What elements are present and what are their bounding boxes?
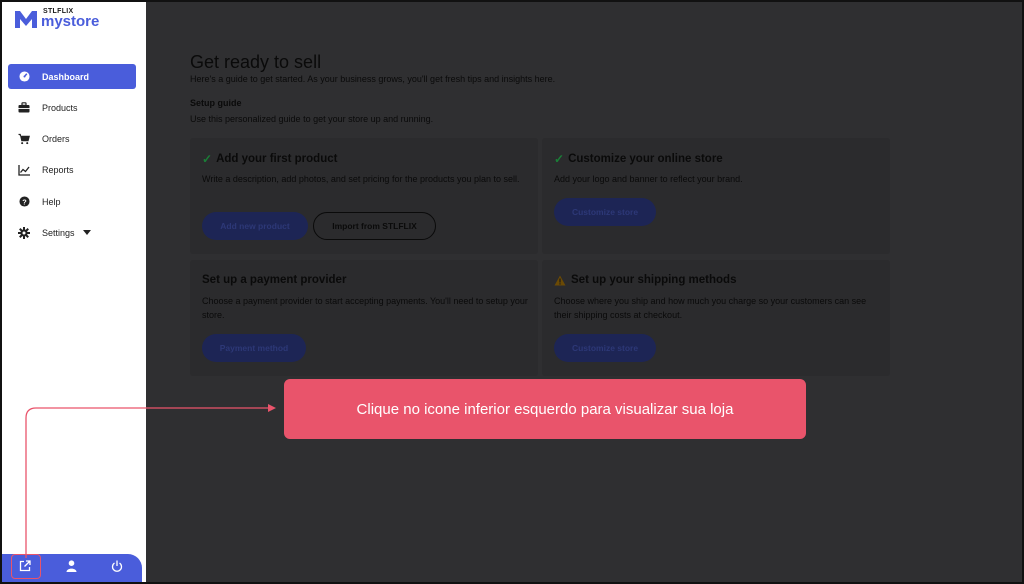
chart-line-icon xyxy=(18,164,30,176)
setup-guide-title: Setup guide xyxy=(190,98,242,108)
chevron-down-icon xyxy=(82,230,91,236)
sidebar-item-reports[interactable]: Reports xyxy=(8,158,136,183)
card-payment-provider: Set up a payment provider Choose a payme… xyxy=(190,260,538,376)
add-new-product-button[interactable]: Add new product xyxy=(202,212,308,240)
sidebar-item-products[interactable]: Products xyxy=(8,95,136,120)
power-icon xyxy=(111,559,123,577)
card-title-text: Set up your shipping methods xyxy=(571,274,737,286)
sidebar-item-label: Settings xyxy=(42,227,75,238)
briefcase-icon xyxy=(18,102,30,114)
sidebar-item-label: Products xyxy=(42,102,78,113)
sidebar-item-label: Reports xyxy=(42,165,74,176)
callout-text: Clique no icone inferior esquerdo para v… xyxy=(356,400,734,418)
setup-guide-subtitle: Use this personalized guide to get your … xyxy=(190,114,434,124)
card-title-text: Customize your online store xyxy=(568,153,723,165)
card-description: Choose a payment provider to start accep… xyxy=(202,296,528,320)
card-description: Choose where you ship and how much you c… xyxy=(554,296,867,320)
card-customize-store: ✓ Customize your online store Add your l… xyxy=(542,138,890,254)
warning-icon xyxy=(554,275,566,285)
logo: STLFLIX mystore xyxy=(14,8,99,29)
sidebar-item-label: Dashboard xyxy=(42,71,90,82)
cart-icon xyxy=(18,133,30,145)
card-description: Add your logo and banner to reflect your… xyxy=(554,174,743,184)
logo-brand-big: mystore xyxy=(41,13,100,30)
app-window: STLFLIX mystore Dashboard Products Order… xyxy=(0,0,1024,584)
tutorial-callout: Clique no icone inferior esquerdo para v… xyxy=(284,379,806,439)
sidebar: STLFLIX mystore Dashboard Products Order… xyxy=(2,2,146,582)
card-title: Set up your shipping methods xyxy=(554,274,736,286)
sidebar-item-label: Help xyxy=(42,196,61,207)
card-description: Write a description, add photos, and set… xyxy=(202,174,520,184)
card-shipping-methods: Set up your shipping methods Choose wher… xyxy=(542,260,890,376)
customize-store-button[interactable]: Customize store xyxy=(554,198,656,226)
card-add-product: ✓ Add your first product Write a descrip… xyxy=(190,138,538,254)
customize-store-shipping-button[interactable]: Customize store xyxy=(554,334,656,362)
svg-text:?: ? xyxy=(22,197,27,206)
checkmark-icon: ✓ xyxy=(554,152,565,166)
card-title-text: Add your first product xyxy=(216,153,338,165)
page-subtitle: Here's a guide to get started. As your b… xyxy=(190,74,556,84)
payment-method-button[interactable]: Payment method xyxy=(202,334,306,362)
help-icon: ? xyxy=(18,196,30,208)
sidebar-item-label: Orders xyxy=(42,134,70,145)
card-title: ✓ Customize your online store xyxy=(554,152,723,166)
card-title: Set up a payment provider xyxy=(202,274,346,286)
main-content: Get ready to sell Here's a guide to get … xyxy=(146,2,1022,582)
gear-icon xyxy=(18,226,30,239)
logo-m-icon xyxy=(15,10,37,28)
view-store-highlight xyxy=(11,554,41,579)
sidebar-item-dashboard[interactable]: Dashboard xyxy=(8,64,136,89)
checkmark-icon: ✓ xyxy=(202,152,213,166)
card-title-text: Set up a payment provider xyxy=(202,274,347,286)
sidebar-item-orders[interactable]: Orders xyxy=(8,127,136,152)
sidebar-nav: Dashboard Products Orders Reports ? Help… xyxy=(8,64,136,252)
user-icon xyxy=(66,559,77,577)
page-title: Get ready to sell xyxy=(190,52,322,72)
logout-button[interactable] xyxy=(94,554,140,582)
dashboard-icon xyxy=(18,71,30,83)
import-from-stlflix-button[interactable]: Import from STLFLIX xyxy=(313,212,436,240)
sidebar-item-settings[interactable]: Settings xyxy=(8,220,136,245)
card-title: ✓ Add your first product xyxy=(202,152,337,166)
sidebar-item-help[interactable]: ? Help xyxy=(8,189,136,214)
profile-button[interactable] xyxy=(48,554,94,582)
